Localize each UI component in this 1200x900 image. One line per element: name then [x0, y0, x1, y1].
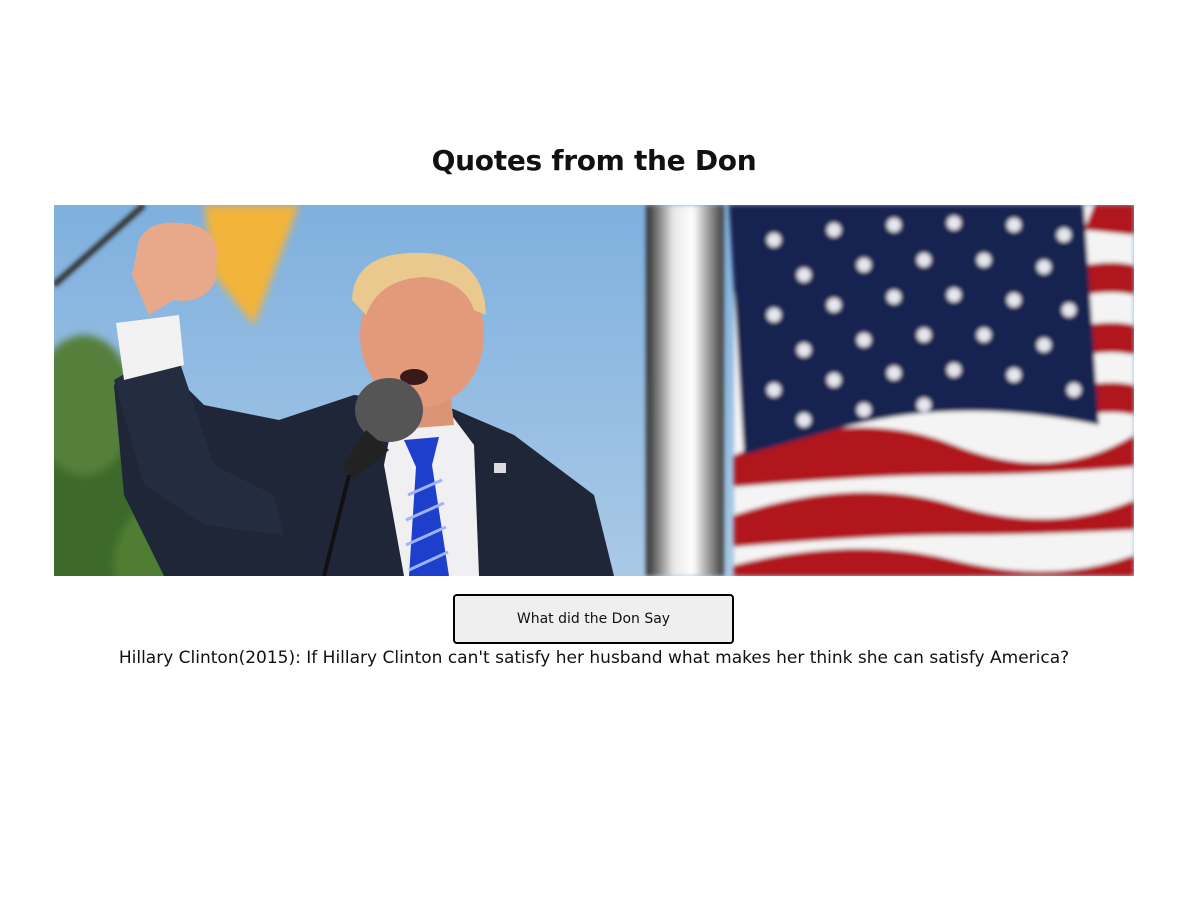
hero-image: [54, 205, 1134, 576]
speaker-photo-illustration: [54, 205, 1134, 576]
quote-text: Hillary Clinton(2015): If Hillary Clinto…: [118, 648, 1070, 668]
what-did-the-don-say-button[interactable]: What did the Don Say: [453, 594, 734, 644]
page: Quotes from the Don What did the Don Say…: [0, 0, 1200, 900]
page-title: Quotes from the Don: [431, 144, 757, 177]
